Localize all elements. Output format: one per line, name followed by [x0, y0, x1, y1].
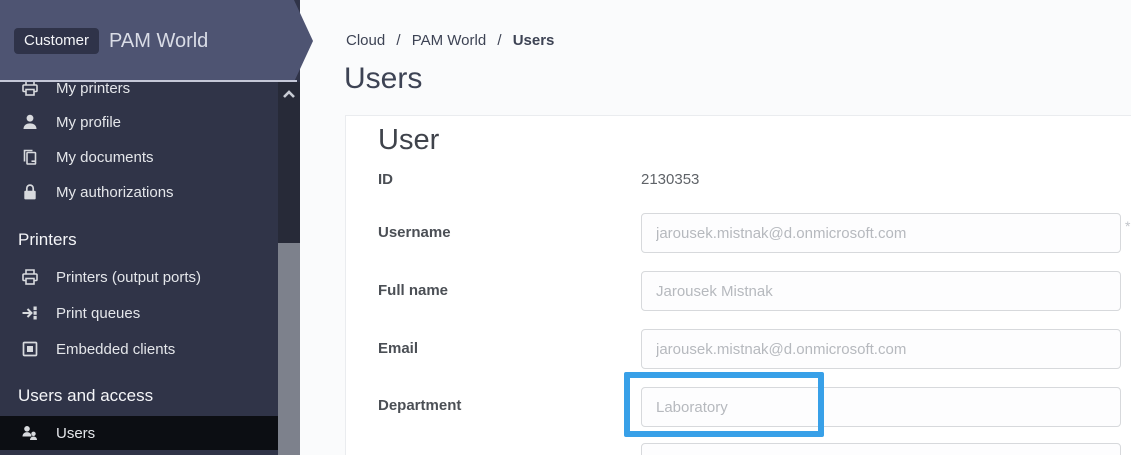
full-name-label: Full name [378, 282, 448, 299]
sidebar-item-printers-output-ports[interactable]: Printers (output ports) [0, 259, 278, 295]
breadcrumb-cloud[interactable]: Cloud [346, 32, 385, 49]
sidebar-item-print-queues[interactable]: Print queues [0, 295, 278, 331]
sidebar-item-label: Embedded clients [56, 341, 175, 358]
scrollbar-thumb[interactable] [278, 243, 300, 455]
documents-icon [20, 147, 40, 167]
lock-icon [20, 182, 40, 202]
breadcrumb-users: Users [513, 32, 555, 49]
sidebar-item-users[interactable]: Users [0, 416, 278, 450]
users-icon [20, 423, 40, 443]
breadcrumb-separator: / [396, 32, 400, 49]
user-detail-card: User ID 2130353 Username * Full name Ema… [345, 115, 1131, 455]
sidebar-item-my-profile[interactable]: My profile [0, 104, 278, 140]
sidebar-item-label: My printers [56, 80, 130, 97]
sidebar-item-label: My authorizations [56, 184, 174, 201]
id-label: ID [378, 171, 393, 188]
username-label: Username [378, 224, 451, 241]
app-window: My printers My profile My documents My a… [0, 0, 1131, 455]
sidebar-item-label: Print queues [56, 305, 140, 322]
embedded-square-icon [20, 339, 40, 359]
printer-icon [20, 267, 40, 287]
arrow-into-queue-icon [20, 303, 40, 323]
sidebar-scrollbar[interactable] [278, 82, 300, 455]
department-input[interactable] [641, 387, 1121, 427]
scroll-up-button[interactable] [278, 82, 300, 106]
next-field-input-partial[interactable] [641, 443, 1121, 455]
breadcrumb-separator: / [497, 32, 501, 49]
full-name-input[interactable] [641, 271, 1121, 311]
customer-badge: Customer [14, 28, 99, 54]
sidebar-item-label: Users [56, 425, 95, 442]
sidebar-item-label: My profile [56, 114, 121, 131]
department-label: Department [378, 397, 461, 414]
id-value: 2130353 [641, 171, 699, 188]
sidebar-item-my-documents[interactable]: My documents [0, 139, 278, 175]
header-divider [0, 80, 297, 82]
sidebar-item-embedded-clients[interactable]: Embedded clients [0, 331, 278, 367]
breadcrumb: Cloud / PAM World / Users [346, 32, 554, 49]
app-title: PAM World [109, 30, 208, 53]
email-input[interactable] [641, 329, 1121, 369]
page-title: Users [344, 62, 422, 96]
username-input[interactable] [641, 213, 1121, 253]
sidebar-item-label: My documents [56, 149, 154, 166]
required-marker: * [1125, 218, 1130, 234]
app-header: Customer PAM World [0, 0, 313, 82]
sidebar-item-label: Printers (output ports) [56, 269, 201, 286]
person-icon [20, 112, 40, 132]
breadcrumb-pam-world[interactable]: PAM World [412, 32, 486, 49]
card-heading: User [378, 124, 439, 157]
sidebar-item-my-authorizations[interactable]: My authorizations [0, 174, 278, 210]
sidebar-section-printers: Printers [18, 222, 268, 258]
email-label: Email [378, 340, 418, 357]
chevron-up-icon [281, 88, 297, 100]
sidebar-section-users-and-access: Users and access [18, 378, 268, 414]
